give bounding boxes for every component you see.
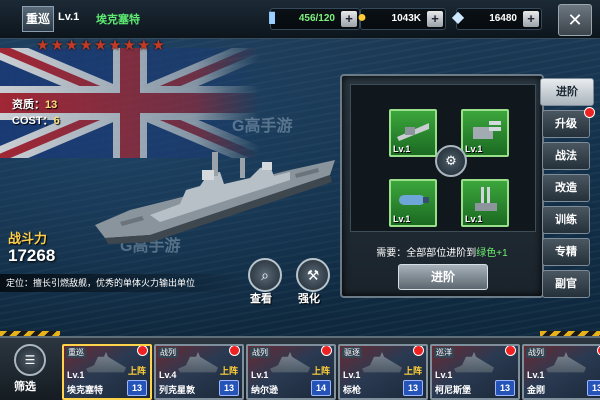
ship-silhouette	[178, 352, 218, 373]
ship-card[interactable]: 驱逐4Lv.1标枪上阵13	[338, 344, 428, 400]
ship-card-name: 标枪	[343, 385, 362, 395]
ship-class-tag: 驱逐	[342, 347, 362, 358]
ship-level: Lv.1	[58, 11, 80, 23]
ship-name: 埃克塞特	[96, 14, 140, 26]
notification-dot	[321, 346, 332, 356]
ship-class-tag: 重巡	[66, 347, 86, 358]
notification-dot	[584, 107, 595, 118]
gold-coin-icon: ●	[357, 9, 367, 26]
notification-dot	[229, 346, 240, 356]
diamond-icon: ◆	[451, 9, 465, 26]
ship-card-badge: 13	[587, 380, 600, 396]
power-label: 战斗力	[8, 231, 48, 246]
notification-dot	[413, 346, 424, 356]
gold-counter: ● 1043K +	[357, 8, 446, 30]
ship-card-level: Lv.4	[159, 370, 177, 380]
tab-refit[interactable]: 改造	[542, 174, 590, 202]
ship-silhouette	[270, 352, 310, 373]
ship-card-badge: 13	[403, 380, 423, 396]
filter-icon: ☰	[14, 344, 46, 376]
equipment-slot-turret[interactable]: Lv.1	[461, 109, 509, 157]
equipment-slot-anti-air[interactable]: Lv.1	[461, 179, 509, 227]
fuel-icon: ▮	[267, 9, 277, 26]
ship-card-level: Lv.1	[251, 370, 269, 380]
ship-class-badge: 重巡	[22, 6, 54, 32]
ship-card-level: Lv.1	[527, 370, 545, 380]
fuel-counter: ▮ 456/120 +	[268, 8, 360, 30]
deployed-tag: 上阵	[403, 366, 422, 376]
ship-silhouette	[546, 352, 586, 373]
wrench-hammer-icon: ⚒	[306, 267, 320, 283]
deployed-tag: 上阵	[219, 366, 238, 376]
ship-card-badge: 13	[127, 380, 147, 396]
tools-icon: ⚙	[435, 145, 467, 177]
ship-card-level: Lv.1	[67, 370, 85, 380]
ship-silhouette	[86, 352, 126, 373]
advance-button[interactable]: 进阶	[398, 264, 488, 290]
tab-tactics[interactable]: 战法	[542, 142, 590, 170]
equipment-slot-torpedo[interactable]: Lv.1	[389, 179, 437, 227]
tab-adjutant[interactable]: 副官	[542, 270, 590, 298]
deployed-tag: 上阵	[127, 366, 146, 376]
view-label: 查看	[250, 293, 272, 305]
add-diamond-button[interactable]: +	[523, 11, 539, 27]
tab-upgrade[interactable]: 升级	[542, 110, 590, 138]
enhance-button[interactable]: ⚒	[296, 258, 330, 292]
ship-card[interactable]: 战列8Lv.4列克星敦上阵13	[154, 344, 244, 400]
anti-air-gun-icon	[475, 187, 497, 211]
ship-card-level: Lv.1	[343, 370, 361, 380]
warship-model	[95, 152, 335, 244]
ship-card-name: 柯尼斯堡	[435, 385, 472, 395]
enhance-label: 强化	[298, 293, 320, 305]
ship-card-badge: 13	[219, 380, 239, 396]
ship-card[interactable]: 战列8Lv.1纳尔逊上阵14	[246, 344, 336, 400]
quality-stat: 资质：13	[12, 99, 58, 111]
turret-icon	[473, 121, 501, 139]
torpedo-icon	[399, 195, 429, 205]
notification-dot	[137, 346, 148, 356]
tab-training[interactable]: 训练	[542, 206, 590, 234]
equipment-slot-cannon[interactable]: Lv.1	[389, 109, 437, 157]
ship-card[interactable]: 战列8Lv.1金刚13	[522, 344, 600, 400]
ship-class-tag: 战列	[526, 347, 546, 358]
deployed-tag: 上阵	[311, 366, 330, 376]
equipment-grid: Lv.1 Lv.1 Lv.1 Lv.1 ⚙	[350, 84, 536, 232]
filter-button[interactable]: ☰ 筛选	[4, 340, 54, 398]
ship-class-tag: 战列	[250, 347, 270, 358]
ship-class-tag: 巡洋	[434, 347, 454, 358]
view-button[interactable]: ⌕	[248, 258, 282, 292]
game-screen: G高手游 G高手游 重巡 Lv.1 埃克塞特 ▮ 456/120 + ● 104…	[0, 0, 600, 400]
ship-silhouette	[454, 352, 494, 373]
ship-card-name: 列克星敦	[159, 385, 196, 395]
ship-card[interactable]: 巡洋5Lv.1柯尼斯堡13	[430, 344, 520, 400]
power-value: 17268	[8, 246, 56, 265]
ship-card-badge: 13	[495, 380, 515, 396]
ship-description: 定位：擅长引燃敌舰，优秀的单体火力输出单位	[0, 274, 246, 292]
add-gold-button[interactable]: +	[427, 11, 443, 27]
tab-advance[interactable]: 进阶	[540, 78, 594, 106]
ship-card-badge: 14	[311, 380, 331, 396]
top-bar: 重巡 Lv.1 埃克塞特 ▮ 456/120 + ● 1043K + ◆ 164…	[0, 0, 600, 39]
cannon-icon	[397, 123, 429, 141]
magnifier-icon: ⌕	[261, 267, 269, 283]
ship-card[interactable]: 重巡6Lv.1埃克塞特上阵13	[62, 344, 152, 400]
tab-mastery[interactable]: 专精	[542, 238, 590, 266]
advance-requirement: 需要：全部部位进阶到绿色+1	[376, 248, 508, 259]
ship-card-name: 埃克塞特	[67, 385, 104, 395]
ship-class-tag: 战列	[158, 347, 178, 358]
cost-stat: COST：6	[12, 115, 60, 127]
star-rating: ★★★★★★★★★	[36, 37, 167, 54]
diamond-counter: ◆ 16480 +	[452, 8, 542, 30]
close-button[interactable]: ✕	[558, 4, 592, 36]
advance-panel: Lv.1 Lv.1 Lv.1 Lv.1 ⚙ 需要：全部部位进阶到绿色+1 进阶	[340, 74, 544, 298]
ship-silhouette	[362, 352, 402, 373]
notification-dot	[505, 346, 516, 356]
ship-card-name: 纳尔逊	[251, 385, 279, 395]
ship-card-name: 金刚	[527, 385, 546, 395]
ship-card-level: Lv.1	[435, 370, 453, 380]
